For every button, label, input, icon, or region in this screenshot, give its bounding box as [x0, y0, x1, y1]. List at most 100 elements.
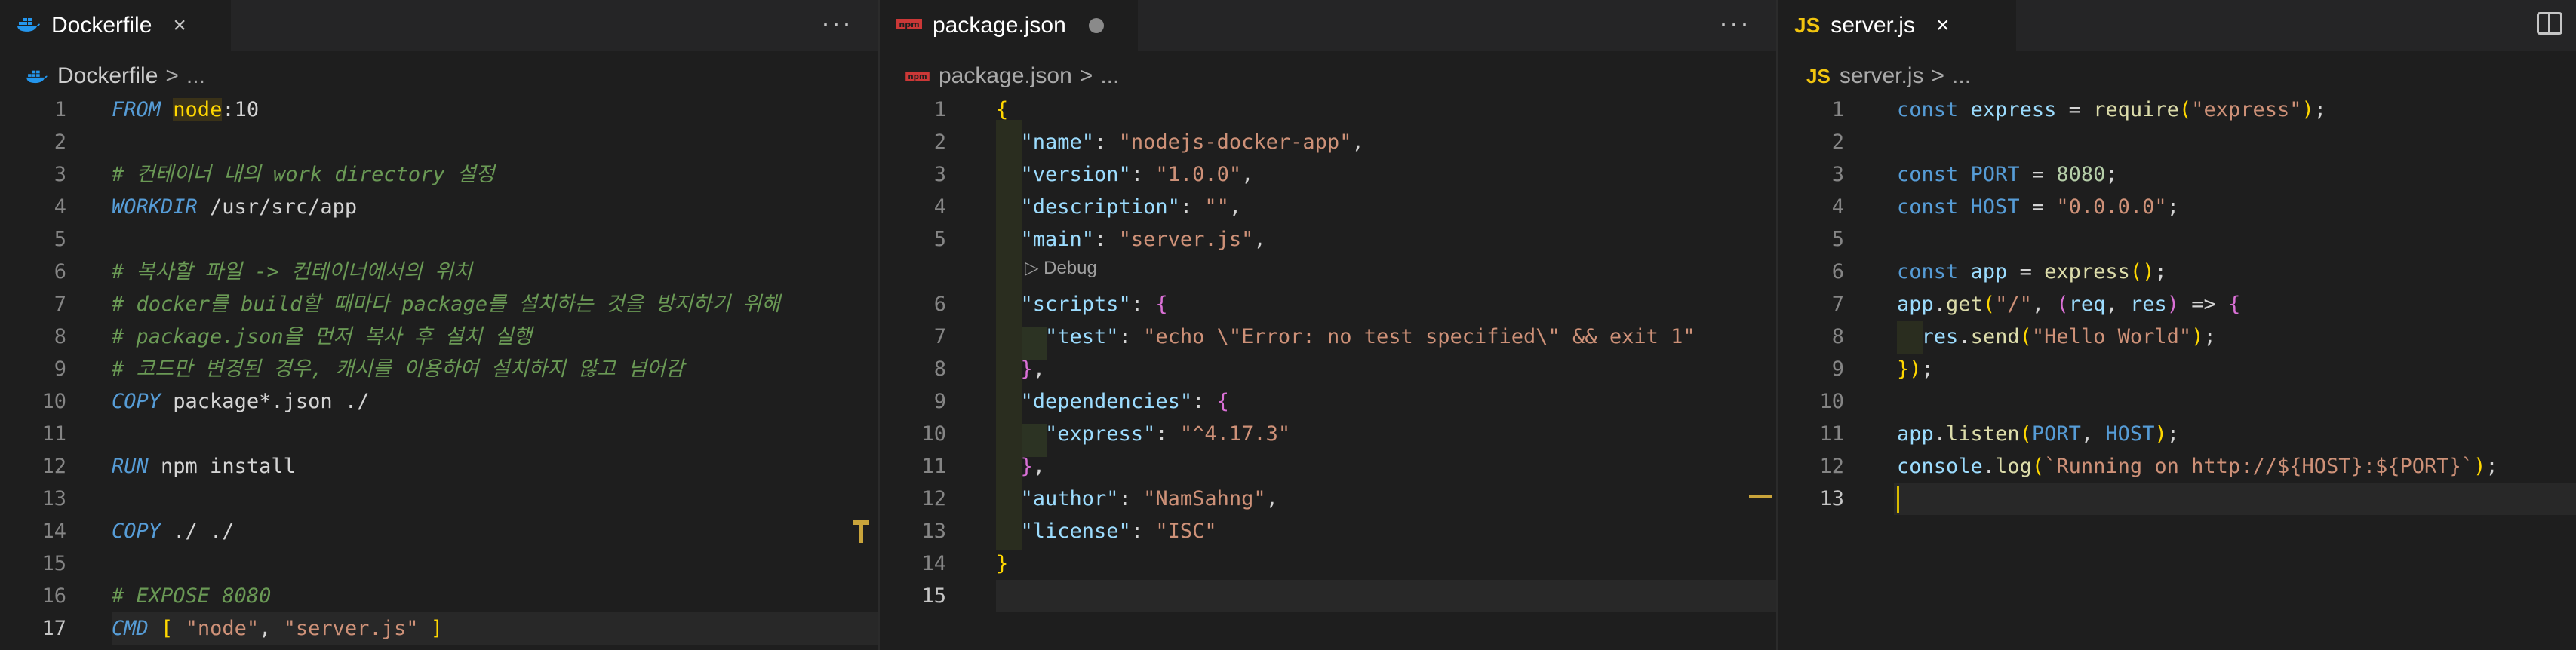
- code-line[interactable]: 1 const express = require("express");: [1778, 94, 2576, 126]
- tab-bar: Dockerfile × ···: [0, 0, 878, 51]
- code-line[interactable]: 3 "version": "1.0.0",: [880, 158, 1776, 191]
- code-line[interactable]: 12 console.log(`Running on http://${HOST}…: [1778, 450, 2576, 483]
- code-line[interactable]: 5: [1778, 223, 2576, 256]
- breadcrumb-more[interactable]: ...: [1100, 63, 1119, 89]
- line-number: 14: [41, 520, 66, 543]
- code-text: "dependencies": {: [1020, 390, 1229, 413]
- code-line[interactable]: 13 "license": "ISC": [880, 515, 1776, 547]
- breadcrumb-more[interactable]: ...: [186, 63, 205, 89]
- code-line[interactable]: 5: [0, 223, 878, 256]
- code-line[interactable]: 9 # 코드만 변경된 경우, 캐시를 이용하여 설치하지 않고 넘어감: [0, 353, 878, 385]
- line-number: 9: [933, 390, 946, 413]
- code-line[interactable]: 17 CMD [ "node", "server.js" ]: [0, 612, 878, 645]
- code-line[interactable]: 1 FROM node:10: [0, 94, 878, 126]
- code-line[interactable]: 7 # docker를 build할 때마다 package를 설치하는 것을 방…: [0, 288, 878, 320]
- code-text: "description": "",: [1020, 195, 1242, 219]
- code-line[interactable]: 12 "author": "NamSahng",: [880, 483, 1776, 515]
- more-actions-icon[interactable]: ···: [1719, 8, 1751, 39]
- code-editor[interactable]: 1 FROM node:10 2 3 # 컨테이너 내의 work directory …: [0, 94, 878, 650]
- code-text: "test": "echo \"Error: no test specified…: [1045, 325, 1695, 348]
- code-editor[interactable]: 1 const express = require("express"); 2 3 co…: [1778, 94, 2576, 650]
- code-line[interactable]: 7 "test": "echo \"Error: no test specifi…: [880, 320, 1776, 353]
- line-number: 9: [54, 357, 66, 381]
- line-number: 8: [933, 357, 946, 381]
- code-text: }: [996, 552, 1009, 575]
- line-number: 17: [41, 617, 66, 640]
- code-line[interactable]: 15: [0, 547, 878, 580]
- code-line[interactable]: 4 "description": "",: [880, 191, 1776, 223]
- code-line[interactable]: 14 COPY ./ ./: [0, 515, 878, 547]
- unsaved-dot-icon[interactable]: [1088, 18, 1104, 33]
- breadcrumb-file[interactable]: package.json: [939, 63, 1072, 89]
- code-text: "express": "^4.17.3": [1045, 422, 1291, 446]
- breadcrumb-file[interactable]: Dockerfile: [57, 63, 158, 89]
- code-line[interactable]: 14}: [880, 547, 1776, 580]
- tab-server-js[interactable]: JS server.js ×: [1778, 0, 2016, 51]
- line-number: 3: [1831, 163, 1844, 186]
- code-text: "author": "NamSahng",: [1020, 487, 1278, 510]
- line-number: 13: [1819, 487, 1844, 510]
- code-line[interactable]: 10 COPY package*.json ./: [0, 385, 878, 418]
- line-number: 3: [933, 163, 946, 186]
- line-number: 14: [921, 552, 946, 575]
- code-line[interactable]: 13: [1778, 483, 2576, 515]
- code-line[interactable]: 2: [0, 126, 878, 158]
- line-number: 1: [1831, 98, 1844, 121]
- code-line[interactable]: 11: [0, 418, 878, 450]
- tab-dockerfile[interactable]: Dockerfile ×: [0, 0, 231, 51]
- code-line[interactable]: 2 "name": "nodejs-docker-app",: [880, 126, 1776, 158]
- code-line[interactable]: 3 # 컨테이너 내의 work directory 설정: [0, 158, 878, 191]
- line-number: 12: [41, 455, 66, 478]
- breadcrumb-file[interactable]: server.js: [1840, 63, 1924, 89]
- line-number: 6: [54, 260, 66, 284]
- line-number: 16: [41, 584, 66, 608]
- code-line[interactable]: 13: [0, 483, 878, 515]
- code-line[interactable]: 8 },: [880, 353, 1776, 385]
- code-line[interactable]: 1{: [880, 94, 1776, 126]
- line-number: 4: [933, 195, 946, 219]
- debug-codelens[interactable]: ▷ Debug: [1025, 257, 1097, 279]
- line-number: 4: [1831, 195, 1844, 219]
- code-line[interactable]: 15: [880, 580, 1776, 612]
- close-icon[interactable]: ×: [1936, 13, 1950, 38]
- split-editor-icon[interactable]: [2537, 12, 2562, 35]
- code-editor[interactable]: ▷ Debug 1{2 "name": "nodejs-docker-app",…: [880, 94, 1776, 650]
- breadcrumb-more[interactable]: ...: [1952, 63, 1971, 89]
- line-number: 6: [933, 293, 946, 316]
- code-line[interactable]: 4 const HOST = "0.0.0.0";: [1778, 191, 2576, 223]
- code-line[interactable]: 6 "scripts": {: [880, 288, 1776, 320]
- js-icon: JS: [1806, 64, 1831, 87]
- line-number: 11: [1819, 422, 1844, 446]
- js-icon: JS: [1794, 14, 1821, 37]
- line-number: 15: [41, 552, 66, 575]
- line-number: 10: [921, 422, 946, 446]
- code-text: },: [1020, 357, 1046, 381]
- code-line[interactable]: 4 WORKDIR /usr/src/app: [0, 191, 878, 223]
- more-actions-icon[interactable]: ···: [821, 8, 853, 39]
- code-line[interactable]: 9 "dependencies": {: [880, 385, 1776, 418]
- code-line[interactable]: 10 "express": "^4.17.3": [880, 418, 1776, 450]
- code-line[interactable]: 6 const app = express();: [1778, 256, 2576, 288]
- line-number: 5: [933, 228, 946, 251]
- line-number: 11: [921, 455, 946, 478]
- code-line[interactable]: 5 "main": "server.js",: [880, 223, 1776, 256]
- line-number: 4: [54, 195, 66, 219]
- code-line[interactable]: 3 const PORT = 8080;: [1778, 158, 2576, 191]
- code-line[interactable]: 6 # 복사할 파일 -> 컨테이너에서의 위치: [0, 256, 878, 288]
- code-line[interactable]: 2: [1778, 126, 2576, 158]
- tab-package-json[interactable]: npm package.json: [880, 0, 1138, 51]
- code-line[interactable]: 11 app.listen(PORT, HOST);: [1778, 418, 2576, 450]
- code-line[interactable]: 8 # package.json을 먼저 복사 후 설치 실행: [0, 320, 878, 353]
- code-line[interactable]: 10: [1778, 385, 2576, 418]
- code-line[interactable]: 7 app.get("/", (req, res) => {: [1778, 288, 2576, 320]
- line-number: 2: [1831, 130, 1844, 154]
- code-line[interactable]: 9});: [1778, 353, 2576, 385]
- code-line[interactable]: 8 res.send("Hello World");: [1778, 320, 2576, 353]
- line-number: 3: [54, 163, 66, 186]
- code-text: RUN npm install: [112, 455, 296, 478]
- close-icon[interactable]: ×: [173, 13, 186, 38]
- code-line[interactable]: 12 RUN npm install: [0, 450, 878, 483]
- code-line[interactable]: 11 },: [880, 450, 1776, 483]
- line-number: 12: [921, 487, 946, 510]
- code-line[interactable]: 16 # EXPOSE 8080: [0, 580, 878, 612]
